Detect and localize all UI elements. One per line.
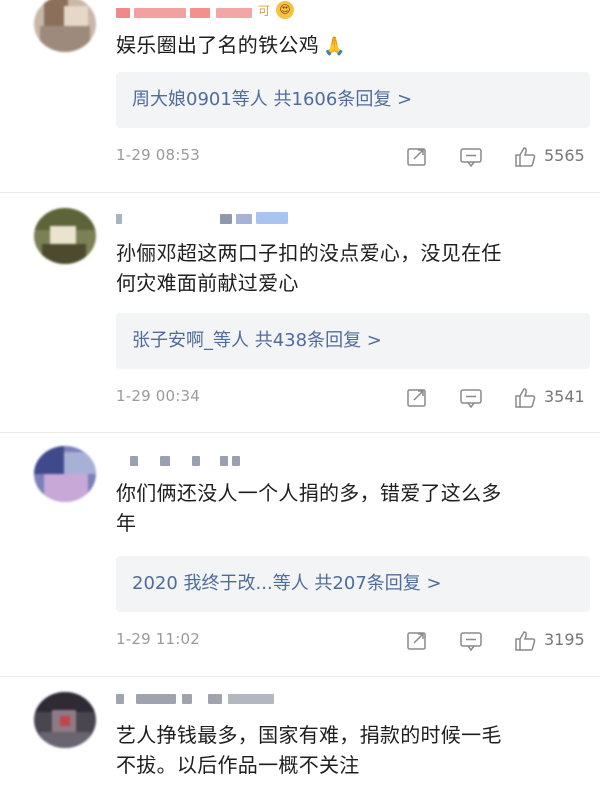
avatar[interactable] [34,0,96,52]
timestamp: 1-29 08:53 [116,146,201,164]
comment-meta: 1-29 08:53 5565 [116,144,596,172]
share-icon[interactable] [404,385,430,411]
share-icon[interactable] [404,628,430,654]
comment-text: 孙俪邓超这两口子扣的没点爱心，没见在任 何灾难面前献过爱心 [116,241,502,295]
username[interactable] [116,210,296,230]
like-icon[interactable] [512,385,538,411]
replies-summary[interactable]: 张子安啊_等人 共438条回复 > [116,313,590,369]
avatar[interactable] [34,692,96,748]
like-icon[interactable] [512,144,538,170]
comment-text: 娱乐圈出了名的铁公鸡 🙏 [116,33,346,57]
pray-emoji-icon: 🙏 [323,36,346,57]
comment-meta: 1-29 11:02 3195 [116,628,596,656]
username[interactable] [116,690,316,710]
share-icon[interactable] [404,144,430,170]
divider [0,676,600,677]
comment-thread: 可 😍 娱乐圈出了名的铁公鸡 🙏 周大娘0901等人 共1606条回复 > 1-2… [0,0,600,786]
like-count: 3541 [544,387,585,406]
timestamp: 1-29 11:02 [116,630,201,648]
avatar[interactable] [34,208,96,264]
avatar[interactable] [34,446,96,502]
replies-summary[interactable]: 2020 我终于改...等人 共207条回复 > [116,556,590,612]
divider [0,192,600,193]
timestamp: 1-29 00:34 [116,387,201,405]
comment-text: 艺人挣钱最多，国家有难，捐款的时候一毛 不拔。以后作品一概不关注 [116,723,502,777]
emoji-badge-icon: 😍 [276,1,294,19]
comment-icon[interactable] [458,144,484,170]
divider [0,432,600,433]
username[interactable]: 可 😍 [116,1,316,24]
comment-icon[interactable] [458,385,484,411]
like-icon[interactable] [512,628,538,654]
user-tag: 可 [258,4,271,18]
replies-summary[interactable]: 周大娘0901等人 共1606条回复 > [116,72,590,128]
comment-icon[interactable] [458,628,484,654]
like-count: 3195 [544,630,585,649]
username[interactable] [116,452,276,472]
comment-meta: 1-29 00:34 3541 [116,385,596,413]
comment-text: 你们俩还没人一个人捐的多，错爱了这么多 年 [116,481,502,535]
like-count: 5565 [544,146,585,165]
